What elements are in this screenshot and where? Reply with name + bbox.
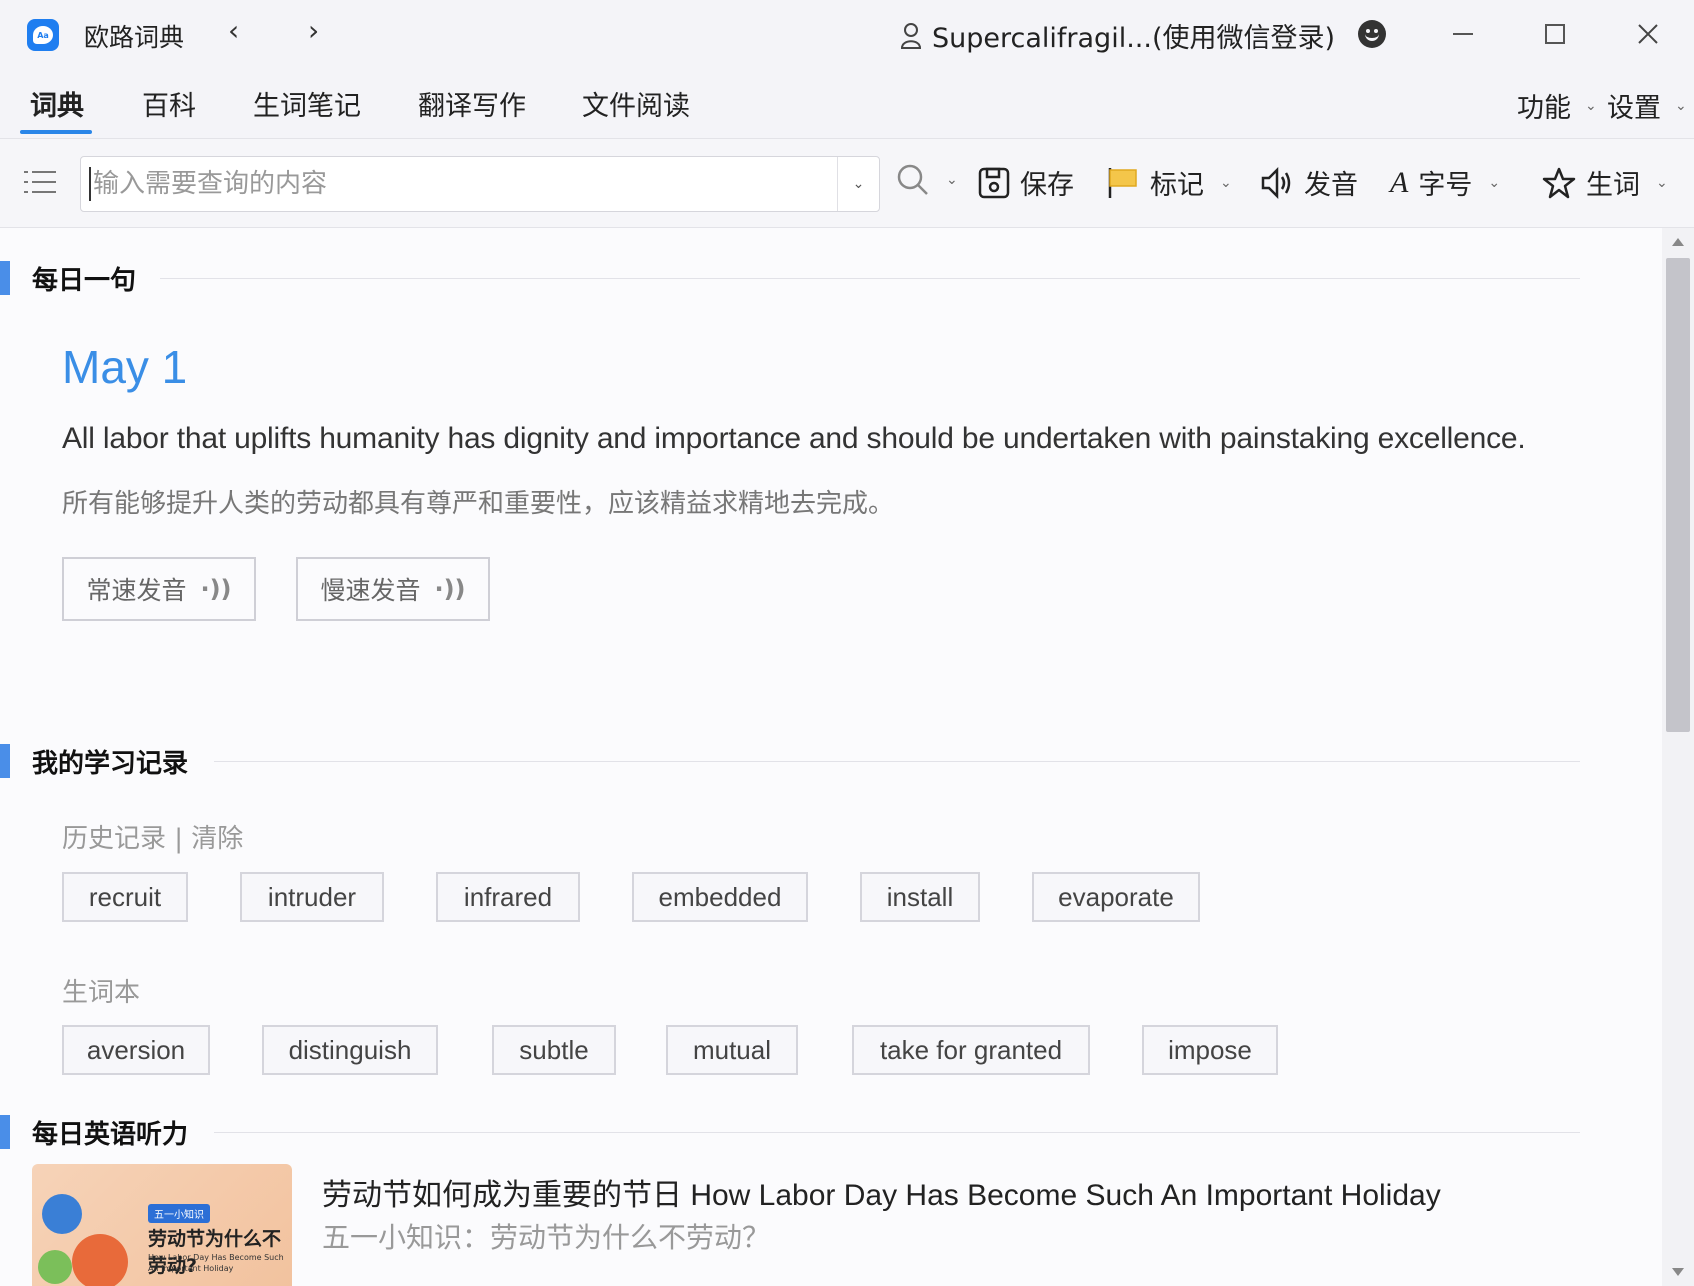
sound-wave-icon: ·)) [200, 575, 232, 603]
normal-speed-label: 常速发音 [86, 576, 187, 605]
search-box: ⌄ [80, 156, 880, 212]
pronounce-button[interactable]: 发音 [1260, 163, 1358, 202]
chevron-down-icon: ⌄ [852, 176, 865, 192]
star-icon [1542, 167, 1576, 198]
title-bar: Aa 欧路词典 ‹ › Supercalifragil...(使用微信登录) [0, 0, 1694, 68]
main-tabs: 词典 百科 生词笔记 翻译写作 文件阅读 功能 ⌄ 设置 ⌄ [0, 68, 1694, 138]
wordbook-label: 生词本 [62, 978, 141, 1008]
font-size-label: 字号 [1418, 170, 1473, 201]
back-arrow-icon[interactable]: ‹ [228, 14, 239, 47]
section-divider [214, 761, 1580, 762]
features-menu[interactable]: 功能 ⌄ [1517, 86, 1597, 125]
listening-thumbnail[interactable]: 五一小知识 劳动节为什么不劳动? How Labor Day Has Becom… [32, 1164, 292, 1286]
tab-translate[interactable]: 翻译写作 [418, 84, 526, 123]
tab-dictionary[interactable]: 词典 [30, 84, 84, 123]
home-content: 每日一句 May 1 All labor that uplifts humani… [0, 228, 1662, 1286]
user-account[interactable]: Supercalifragil...(使用微信登录) [900, 16, 1335, 55]
history-word-chip[interactable]: recruit [62, 872, 188, 922]
wordbook-word-chip[interactable]: mutual [666, 1025, 798, 1075]
wordbook-word-chip[interactable]: impose [1142, 1025, 1278, 1075]
scroll-down-arrow-icon[interactable] [1672, 1268, 1684, 1276]
section-title: 我的学习记录 [32, 748, 189, 779]
search-button[interactable]: ⌄ [896, 163, 958, 197]
daily-sentence-english: All labor that uplifts humanity has dign… [62, 422, 1526, 455]
settings-menu[interactable]: 设置 ⌄ [1607, 86, 1687, 125]
user-label: Supercalifragil...(使用微信登录) [932, 23, 1336, 54]
scroll-up-arrow-icon[interactable] [1672, 238, 1684, 246]
history-word-chip[interactable]: install [860, 872, 980, 922]
history-label[interactable]: 历史记录 | 清除 [62, 818, 243, 855]
slow-speed-button[interactable]: 慢速发音 ·)) [296, 557, 490, 621]
features-label: 功能 [1517, 93, 1571, 124]
flag-icon [1108, 167, 1137, 198]
normal-speed-button[interactable]: 常速发音 ·)) [62, 557, 256, 621]
app-title: 欧路词典 [84, 23, 185, 52]
settings-label: 设置 [1607, 93, 1661, 124]
section-divider [160, 278, 1580, 279]
scroll-thumb[interactable] [1666, 258, 1690, 732]
tab-file-reading[interactable]: 文件阅读 [582, 84, 690, 123]
font-size-button[interactable]: A 字号 ⌄ [1390, 163, 1500, 202]
section-accent-bar [0, 744, 10, 778]
list-menu-icon[interactable] [24, 169, 56, 195]
thumb-subtitle: How Labor Day Has Become Such An Importa… [148, 1253, 284, 1273]
chevron-down-icon: ⌄ [1220, 174, 1232, 191]
history-word-chip[interactable]: intruder [240, 872, 384, 922]
chevron-down-icon: ⌄ [1488, 174, 1501, 191]
listening-title[interactable]: 劳动节如何成为重要的节日 How Labor Day Has Become Su… [322, 1170, 1441, 1214]
user-icon [900, 22, 922, 49]
close-icon [1638, 24, 1658, 44]
daily-sentence-chinese: 所有能够提升人类的劳动都具有尊严和重要性，应该精益求精地去完成。 [62, 489, 895, 519]
mark-label: 标记 [1150, 170, 1204, 201]
mark-button[interactable]: 标记 ⌄ [1106, 163, 1232, 202]
chevron-down-icon: ⌄ [1656, 174, 1668, 191]
tab-notes[interactable]: 生词笔记 [253, 84, 361, 123]
history-word-chip[interactable]: infrared [436, 872, 580, 922]
section-divider [214, 1132, 1580, 1133]
section-accent-bar [0, 261, 10, 295]
thumb-tag: 五一小知识 [148, 1204, 210, 1223]
wordbook-word-chip[interactable]: subtle [492, 1025, 616, 1075]
speaker-icon [1261, 166, 1291, 199]
close-button[interactable] [1628, 14, 1668, 54]
listening-header: 每日英语听力 [0, 1114, 188, 1150]
search-icon [897, 164, 928, 195]
forward-arrow-icon[interactable]: › [308, 14, 319, 47]
new-word-label: 生词 [1586, 170, 1640, 201]
vertical-scrollbar[interactable] [1662, 228, 1694, 1286]
section-title: 每日英语听力 [32, 1119, 189, 1150]
daily-sentence-header: 每日一句 [0, 260, 136, 296]
history-word-chip[interactable]: evaporate [1032, 872, 1200, 922]
new-word-button[interactable]: 生词 ⌄ [1542, 163, 1668, 202]
app-logo-icon: Aa [27, 19, 59, 51]
save-icon [978, 167, 1010, 198]
slow-speed-label: 慢速发音 [320, 576, 421, 605]
tab-encyclopedia[interactable]: 百科 [142, 84, 196, 123]
minimize-button[interactable] [1443, 14, 1483, 54]
listening-subtitle: 五一小知识：劳动节为什么不劳动？ [322, 1221, 771, 1254]
chevron-down-icon: ⌄ [1675, 97, 1687, 114]
wordbook-word-chip[interactable]: take for granted [852, 1025, 1090, 1075]
search-history-dropdown[interactable]: ⌄ [837, 157, 879, 211]
wordbook-word-chip[interactable]: distinguish [262, 1025, 438, 1075]
save-label: 保存 [1020, 170, 1074, 201]
pronounce-label: 发音 [1304, 170, 1358, 201]
daily-date: May 1 [62, 341, 188, 393]
section-title: 每日一句 [32, 265, 137, 296]
active-tab-indicator [20, 130, 92, 134]
study-record-header: 我的学习记录 [0, 743, 188, 779]
save-button[interactable]: 保存 [978, 163, 1074, 202]
sound-wave-icon: ·)) [434, 575, 466, 603]
section-accent-bar [0, 1115, 10, 1149]
chevron-down-icon: ⌄ [1585, 97, 1597, 114]
wordbook-word-chip[interactable]: aversion [62, 1025, 210, 1075]
font-size-icon: A [1390, 165, 1409, 199]
toolbar: ⌄ ⌄ 保存 标记 ⌄ 发音 A 字号 ⌄ 生词 ⌄ [0, 138, 1694, 228]
feedback-smile-icon[interactable] [1358, 20, 1386, 48]
chevron-down-icon: ⌄ [946, 172, 958, 188]
history-word-chip[interactable]: embedded [632, 872, 808, 922]
search-input[interactable] [89, 167, 829, 201]
maximize-button[interactable] [1535, 14, 1575, 54]
